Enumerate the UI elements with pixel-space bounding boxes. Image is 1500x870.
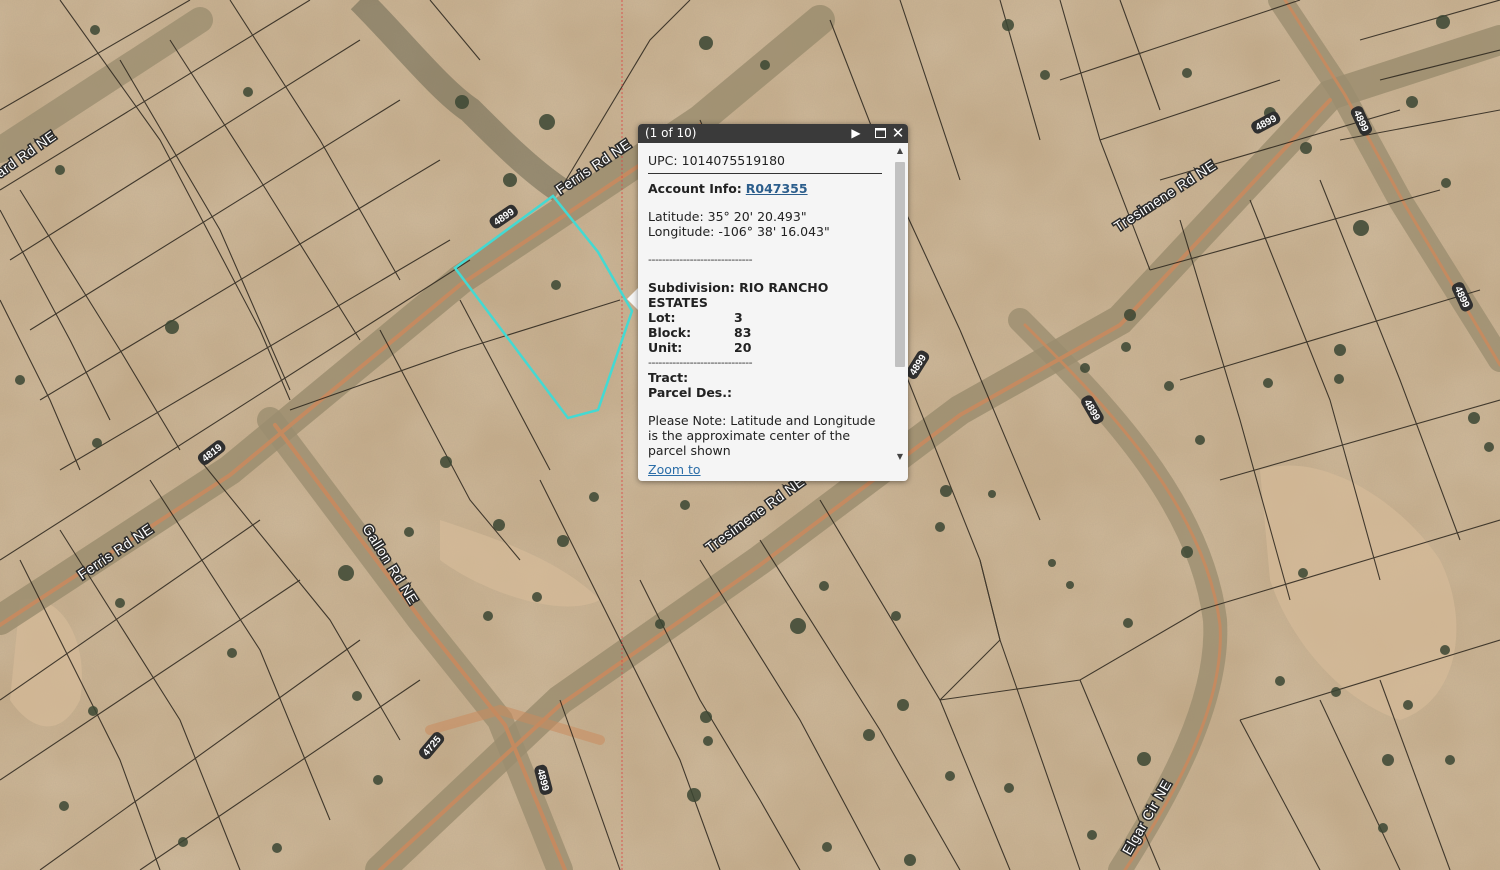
block-row: Block: 83 [648,325,882,340]
popup-content: UPC: 1014075519180 Account Info: R047355… [638,143,892,463]
parcel-des-label: Parcel Des.: [648,385,732,400]
lot-row: Lot: 3 [648,310,882,325]
longitude-text: Longitude: -106° 38' 16.043" [648,224,830,239]
divider: ------------------------------ [648,253,753,266]
upc-value: 1014075519180 [681,153,786,168]
account-row: Account Info: R047355 [648,181,882,196]
lot-label: Lot: [648,310,676,325]
tract-label: Tract: [648,370,689,385]
popup-counter: (1 of 10) [645,126,697,140]
latitude-text: Latitude: 35° 20' 20.493" [648,209,807,224]
block-value: 83 [734,325,752,340]
next-arrow-icon[interactable]: ▶ [847,124,865,143]
unit-value: 20 [734,340,752,355]
lot-value: 3 [734,310,743,325]
divider: ------------------------------ [648,356,753,369]
account-link[interactable]: R047355 [746,181,808,196]
close-icon[interactable]: ✕ [889,124,907,143]
subdivision-text: Subdivision: RIO RANCHO ESTATES [648,280,829,310]
scroll-down-icon[interactable]: ▼ [894,452,906,461]
maximize-icon[interactable] [871,124,889,143]
zoom-to-link[interactable]: Zoom to [648,462,701,477]
unit-label: Unit: [648,340,683,355]
scroll-up-icon[interactable]: ▲ [894,146,906,155]
note-text: Please Note: Latitude and Longitude is t… [648,413,876,458]
upc-row: UPC: 1014075519180 [648,153,882,174]
popup-scrollbar[interactable]: ▲ ▼ [894,146,906,461]
parcel-info-popup: (1 of 10) ▶ ✕ UPC: 1014075519180 Account… [638,124,908,481]
popup-header: (1 of 10) ▶ ✕ [638,124,908,143]
unit-row: Unit: 20 [648,340,882,355]
upc-label: UPC: [648,153,678,168]
account-label: Account Info: [648,181,742,196]
scroll-thumb[interactable] [895,162,905,367]
block-label: Block: [648,325,692,340]
popup-pointer [627,288,638,310]
